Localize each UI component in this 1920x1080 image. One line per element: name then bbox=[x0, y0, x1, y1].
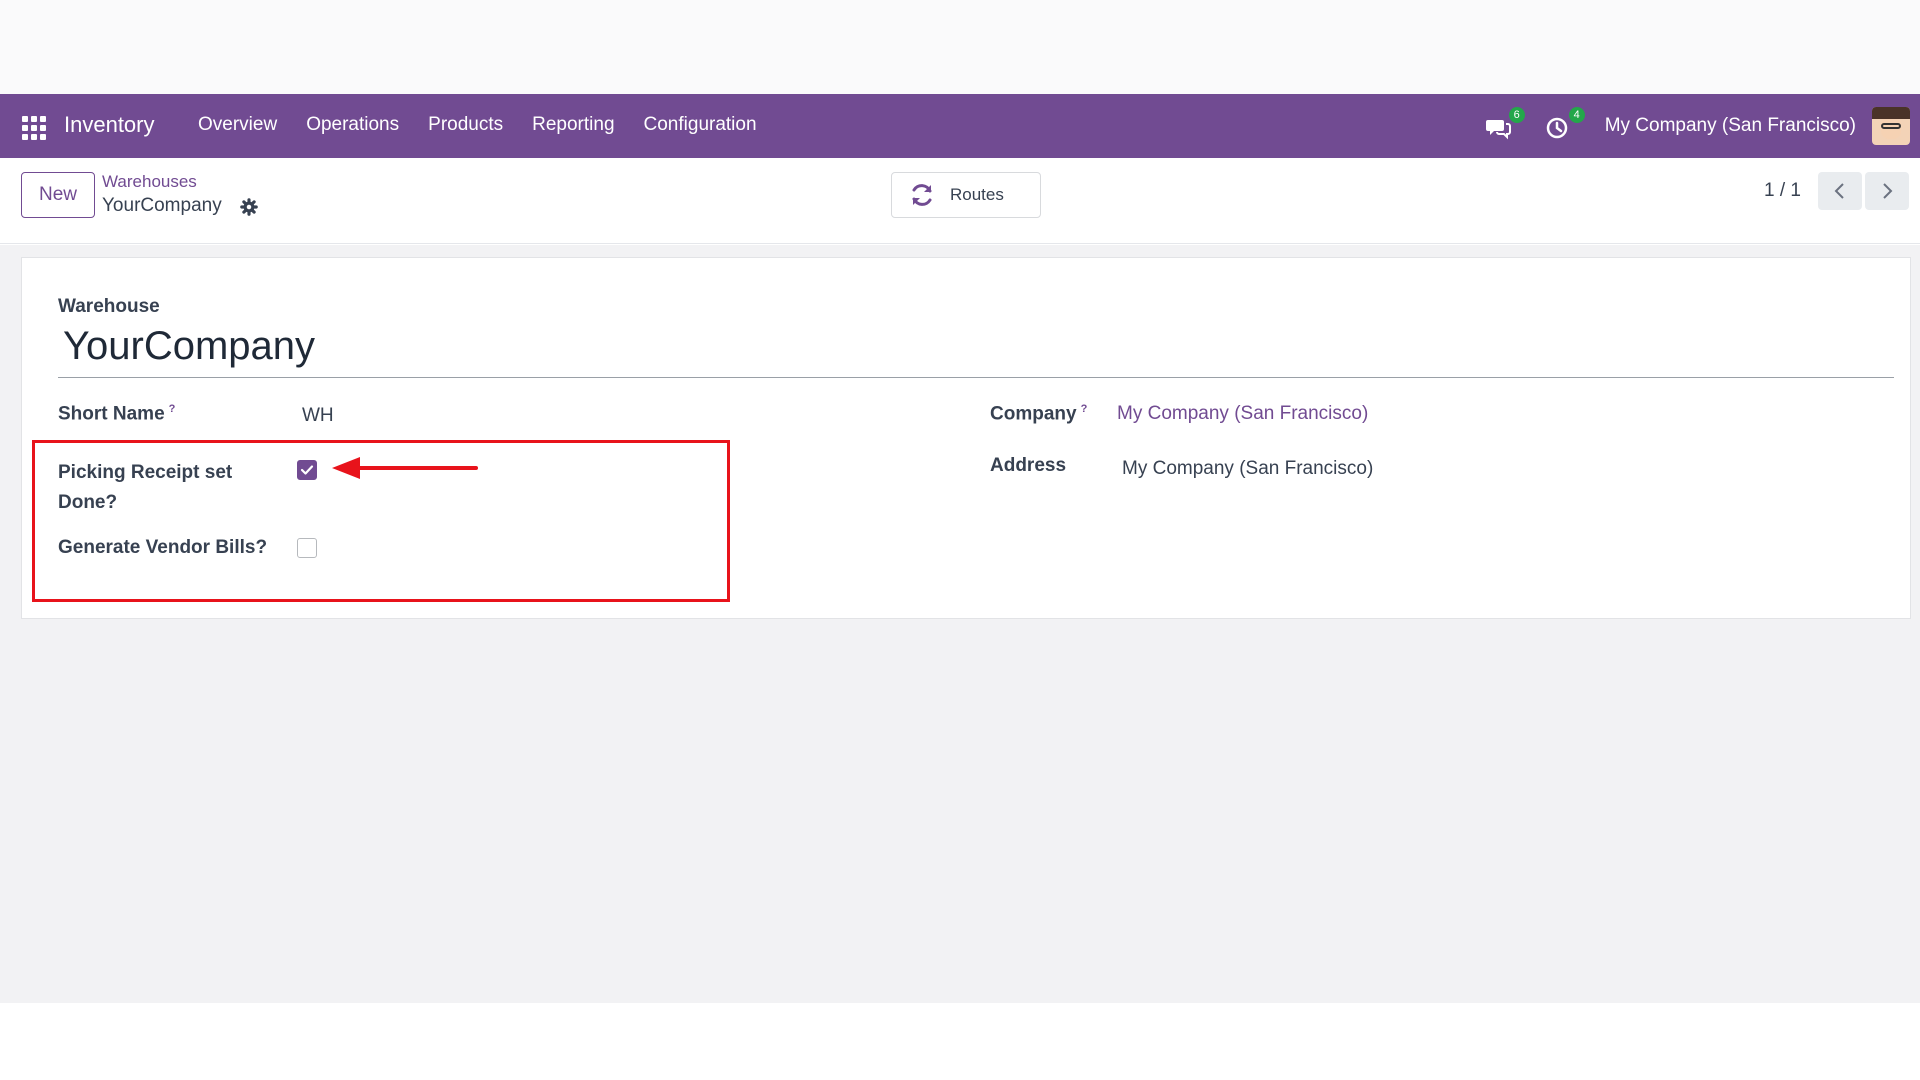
menu-overview[interactable]: Overview bbox=[198, 114, 277, 136]
chevron-right-icon bbox=[1883, 183, 1893, 199]
activities-count-badge: 4 bbox=[1568, 107, 1585, 123]
company-switcher[interactable]: My Company (San Francisco) bbox=[1605, 115, 1856, 137]
warehouse-name-input[interactable]: YourCompany bbox=[63, 324, 315, 369]
activities-button[interactable]: 4 bbox=[1545, 107, 1585, 141]
address-field[interactable]: My Company (San Francisco) bbox=[1122, 458, 1373, 480]
clock-icon bbox=[1546, 117, 1567, 139]
menu-operations[interactable]: Operations bbox=[306, 114, 399, 136]
menu-reporting[interactable]: Reporting bbox=[532, 114, 614, 136]
main-menu: Overview Operations Products Reporting C… bbox=[198, 114, 786, 136]
chevron-left-icon bbox=[1834, 183, 1844, 199]
navbar-systray: 6 4 My Company (San Francisco) bbox=[1485, 94, 1920, 158]
bottom-blank-area bbox=[0, 1003, 1920, 1080]
user-avatar[interactable] bbox=[1872, 107, 1910, 145]
warehouse-label: Warehouse bbox=[58, 296, 160, 317]
pager-previous-button[interactable] bbox=[1818, 172, 1862, 210]
chat-bubbles-icon bbox=[1485, 120, 1511, 140]
menu-configuration[interactable]: Configuration bbox=[644, 114, 757, 136]
short-name-label: Short Name? bbox=[58, 403, 175, 425]
messages-button[interactable]: 6 bbox=[1485, 107, 1525, 141]
messages-count-badge: 6 bbox=[1508, 107, 1525, 123]
pager-value[interactable]: 1 / 1 bbox=[1764, 180, 1801, 202]
address-label: Address bbox=[990, 455, 1067, 476]
main-navbar: Inventory Overview Operations Products R… bbox=[0, 94, 1920, 158]
company-label-text: Company bbox=[990, 403, 1077, 425]
company-field[interactable]: My Company (San Francisco) bbox=[1117, 403, 1368, 425]
routes-smart-button[interactable]: Routes bbox=[891, 172, 1041, 218]
new-button[interactable]: New bbox=[21, 172, 95, 218]
short-name-label-text: Short Name bbox=[58, 403, 165, 425]
breadcrumb-current: YourCompany bbox=[102, 195, 222, 216]
pager-next-button[interactable] bbox=[1865, 172, 1909, 210]
short-name-help-icon[interactable]: ? bbox=[169, 403, 176, 415]
app-title[interactable]: Inventory bbox=[64, 112, 155, 138]
app-grid-icon[interactable] bbox=[22, 116, 48, 140]
warehouse-name-underline bbox=[58, 377, 1894, 378]
refresh-icon bbox=[912, 184, 932, 206]
top-blank-area bbox=[0, 0, 1920, 94]
routes-label: Routes bbox=[950, 185, 1004, 204]
menu-products[interactable]: Products bbox=[428, 114, 503, 136]
company-help-icon[interactable]: ? bbox=[1081, 403, 1088, 415]
control-panel: New Warehouses YourCompany Routes 1 / 1 bbox=[0, 158, 1920, 244]
company-label: Company? bbox=[990, 403, 1087, 425]
breadcrumb-warehouses[interactable]: Warehouses bbox=[102, 172, 197, 192]
gear-icon[interactable] bbox=[240, 198, 258, 216]
short-name-input[interactable]: WH bbox=[302, 405, 334, 427]
red-arrow-icon bbox=[332, 457, 478, 479]
